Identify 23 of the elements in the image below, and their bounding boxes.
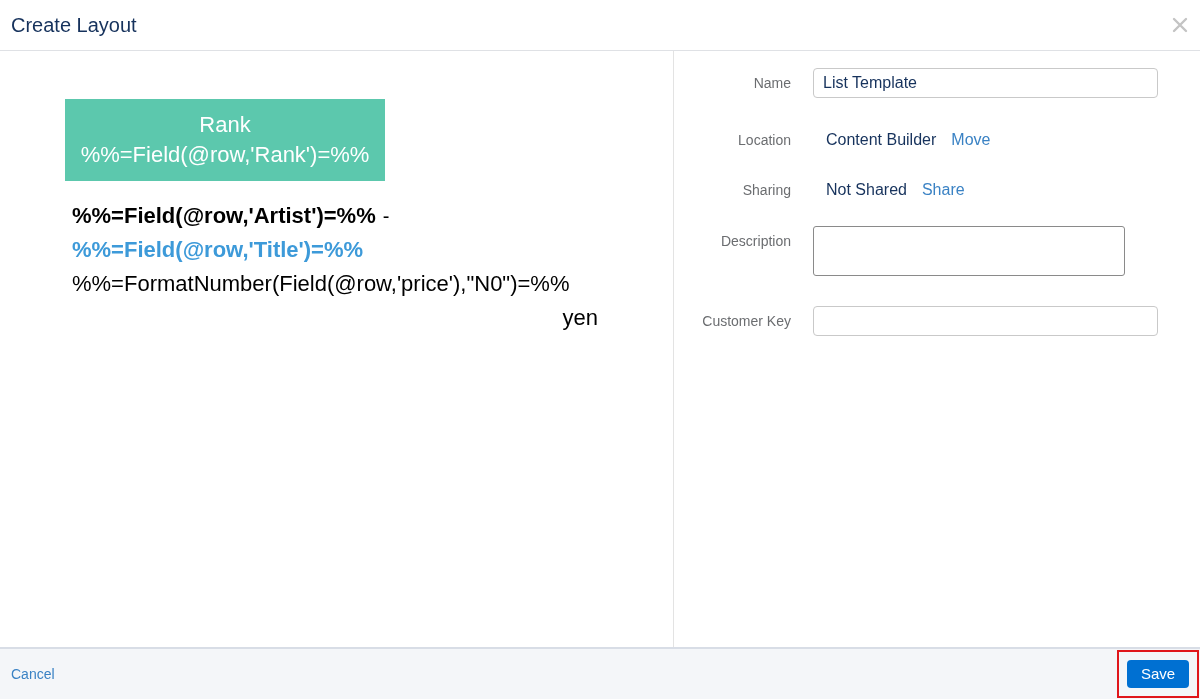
price-expression: %%=FormatNumber(Field(@row,'price'),"N0")=%% — [72, 270, 571, 298]
action-link[interactable]: Move — [951, 130, 991, 150]
field-label: Customer Key — [702, 312, 791, 330]
text-input[interactable] — [813, 306, 1158, 336]
cancel-link[interactable]: Cancel — [11, 663, 55, 685]
field-label: Sharing — [742, 181, 791, 199]
price-unit: yen — [562, 304, 598, 332]
close-icon[interactable] — [1172, 17, 1188, 33]
action-link[interactable]: Share — [921, 180, 965, 200]
field-label: Description — [720, 232, 791, 250]
separator: - — [382, 204, 390, 229]
save-button[interactable]: Save — [1127, 660, 1189, 688]
field-value: Not Shared — [826, 180, 907, 200]
field-label: Name — [753, 74, 791, 92]
artist-expression: %%=Field(@row,'Artist')=%% — [72, 202, 376, 230]
field-value: Content Builder — [826, 130, 937, 150]
description-textarea[interactable] — [813, 226, 1125, 276]
dialog-title: Create Layout — [11, 13, 137, 37]
field-label: Location — [738, 131, 791, 149]
rank-expression: %%=Field(@row,'Rank')=%% — [80, 141, 370, 169]
title-expression: %%=Field(@row,'Title')=%% — [72, 237, 364, 262]
rank-label: Rank — [199, 111, 251, 139]
text-input[interactable]: List Template — [813, 68, 1158, 98]
